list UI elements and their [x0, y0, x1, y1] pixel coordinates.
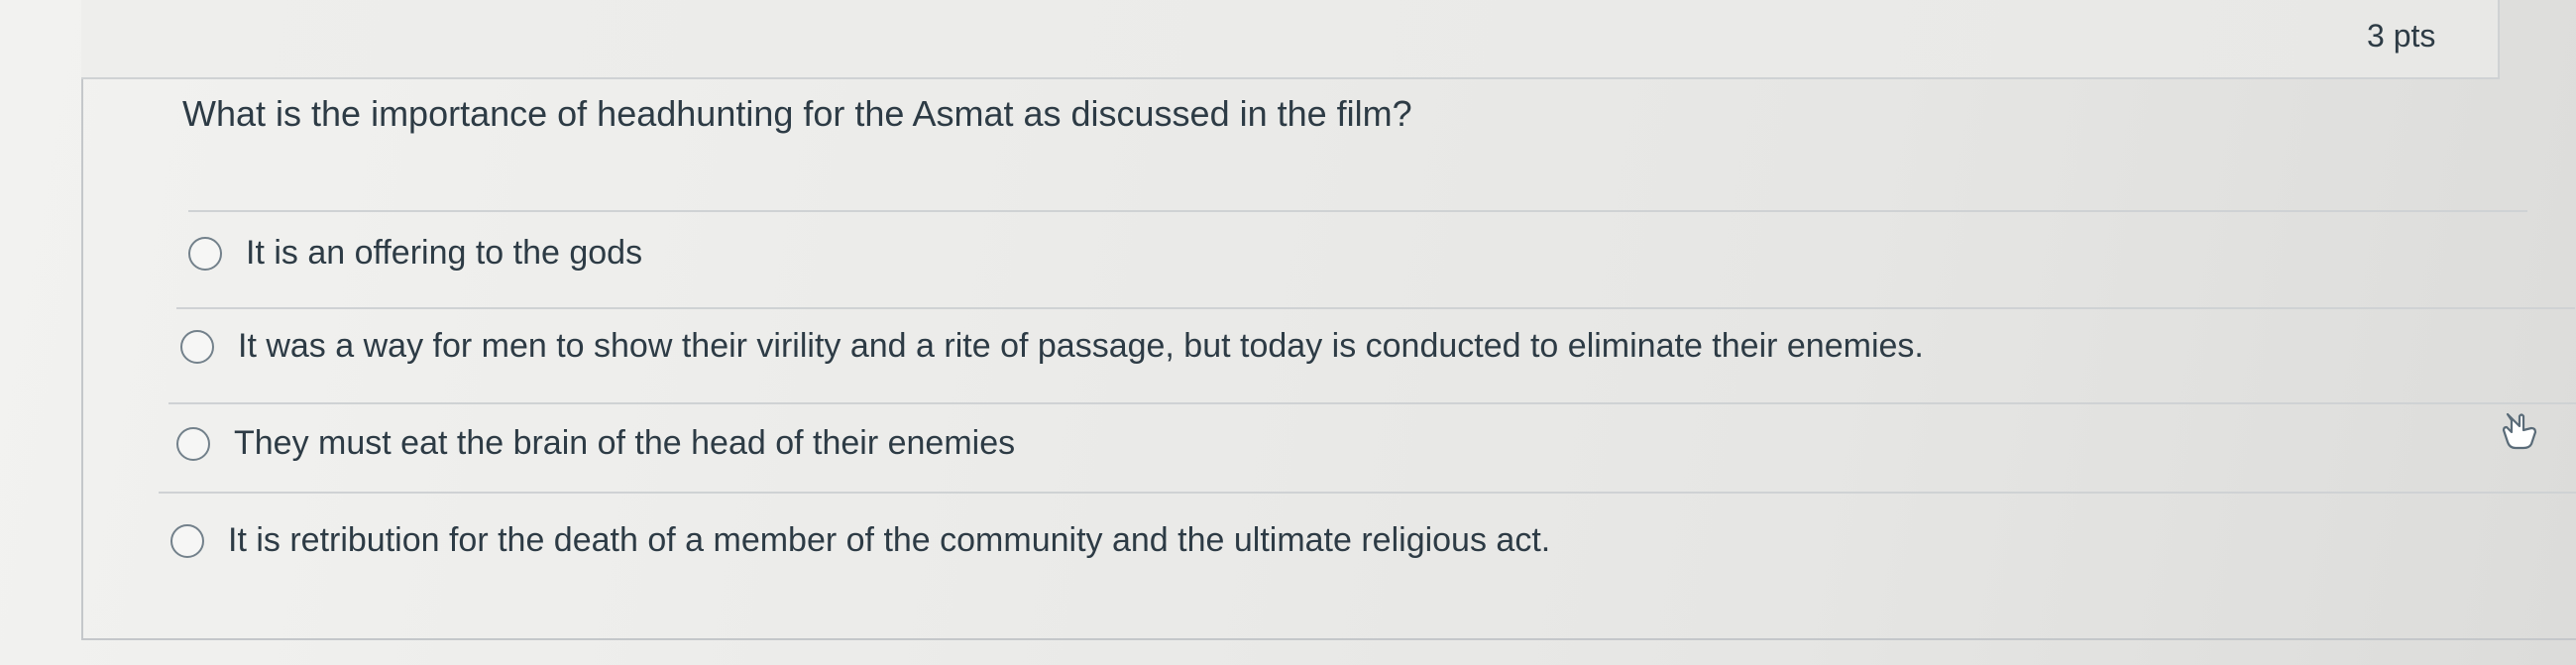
answer-option-2[interactable]: It was a way for men to show their viril… [180, 327, 1924, 366]
question-header [81, 0, 2500, 79]
answer-label-3: They must eat the brain of the head of t… [234, 424, 1016, 462]
answer-option-1[interactable]: It is an offering to the gods [188, 234, 642, 273]
answer-divider [176, 307, 2575, 309]
radio-button-2[interactable] [180, 329, 214, 364]
points-label: 3 pts [2367, 18, 2436, 54]
radio-button-4[interactable] [170, 523, 204, 558]
hand-pointer-icon [2502, 412, 2537, 450]
answer-divider [188, 210, 2527, 212]
answer-label-2: It was a way for men to show their viril… [238, 327, 1924, 365]
question-text: What is the importance of headhunting fo… [182, 93, 1412, 134]
answer-option-3[interactable]: They must eat the brain of the head of t… [176, 424, 1015, 463]
quiz-page: 3 pts What is the importance of headhunt… [0, 0, 2576, 665]
answer-label-1: It is an offering to the gods [246, 234, 643, 272]
answer-option-4[interactable]: It is retribution for the death of a mem… [170, 521, 1550, 560]
answer-label-4: It is retribution for the death of a mem… [228, 521, 1551, 559]
radio-button-3[interactable] [176, 426, 210, 461]
radio-button-1[interactable] [188, 236, 222, 271]
answer-divider [159, 492, 2576, 494]
answer-divider [168, 402, 2576, 404]
